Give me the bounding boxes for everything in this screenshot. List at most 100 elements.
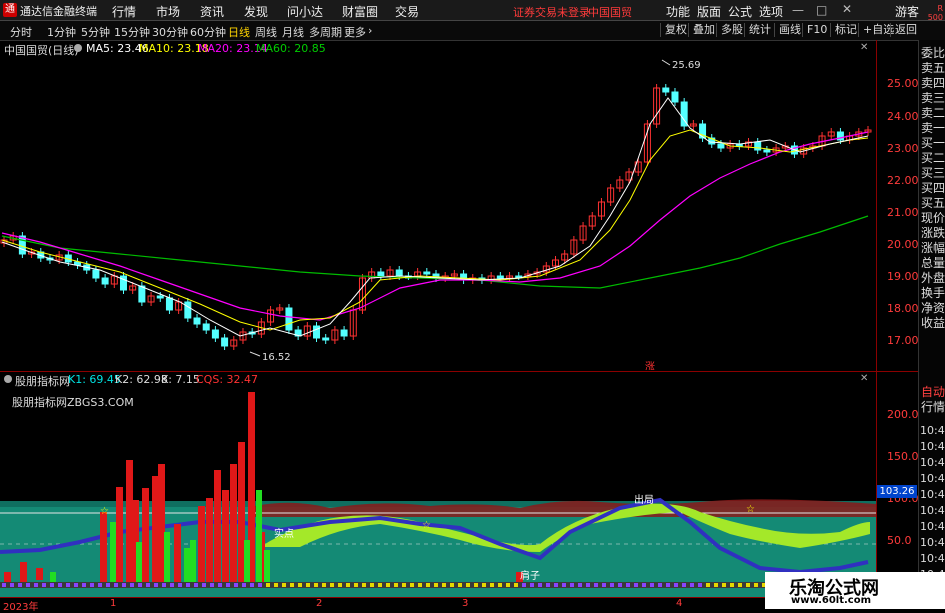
signal-dot <box>50 583 54 587</box>
btn-back[interactable]: 返回 <box>890 23 921 37</box>
tick-time: 10:45 <box>920 456 945 469</box>
signal-dot <box>394 583 398 587</box>
menu-discover[interactable]: 发现 <box>244 3 268 20</box>
candle <box>496 275 504 279</box>
btn-mark[interactable]: 标记 <box>830 23 861 37</box>
quotes-label[interactable]: 行情 <box>921 400 945 415</box>
settings-dot-icon[interactable] <box>4 375 12 383</box>
btn-f10[interactable]: F10 <box>802 23 831 37</box>
stock-name: 中国国贸 <box>588 6 632 19</box>
ytick: 19.00 <box>887 270 919 283</box>
quote-item[interactable]: 买五 <box>921 196 945 211</box>
quote-item[interactable]: 涨幅 <box>921 241 945 256</box>
settings-dot-icon[interactable] <box>74 44 82 52</box>
quote-item[interactable]: 买一 <box>921 136 945 151</box>
menu-function[interactable]: 功能 <box>666 3 690 20</box>
signal-dot <box>234 583 238 587</box>
signal-dot <box>618 583 622 587</box>
tick-time: 10:45 <box>920 472 945 485</box>
period-1min[interactable]: 1分钟 <box>47 24 76 40</box>
period-15min[interactable]: 15分钟 <box>114 24 150 40</box>
stock-period-label: 中国国贸(日线) <box>4 44 79 57</box>
signal-dot <box>242 583 246 587</box>
quote-item[interactable]: 总量 <box>921 256 945 271</box>
menu-formula[interactable]: 公式 <box>728 3 752 20</box>
r-tag: R <box>937 4 943 13</box>
candle <box>395 269 403 277</box>
ytick: 24.00 <box>887 110 919 123</box>
signal-dot <box>458 583 462 587</box>
green-volume-bar <box>164 532 170 582</box>
signal-dot <box>330 583 334 587</box>
menu-quotes[interactable]: 行情 <box>112 3 136 20</box>
candle <box>184 301 192 319</box>
menu-layout[interactable]: 版面 <box>697 3 721 20</box>
maximize-icon[interactable]: □ <box>816 3 827 17</box>
menu-options[interactable]: 选项 <box>759 3 783 20</box>
menu-market[interactable]: 市场 <box>156 3 180 20</box>
quote-item[interactable]: 收益 <box>921 316 945 331</box>
quote-item[interactable]: 净资 <box>921 301 945 316</box>
quote-item[interactable]: 卖四 <box>921 76 945 91</box>
period-more[interactable]: 更多 <box>344 24 366 40</box>
btn-overlay[interactable]: 叠加 <box>688 23 719 37</box>
indicator-name: 股朋指标网 <box>15 375 70 388</box>
indicator-panel[interactable]: ☆ ☆ ☆ 实点 出局 肩子 股朋指标网 K1: 69.45 K2: 62.98… <box>0 372 878 597</box>
btn-multistock[interactable]: 多股 <box>716 23 747 37</box>
quote-item[interactable]: 卖一 <box>921 121 945 136</box>
menu-wealth[interactable]: 财富圈 <box>342 3 378 20</box>
quote-item[interactable]: 卖五 <box>921 61 945 76</box>
quote-item[interactable]: 委比 <box>921 46 945 61</box>
close-icon[interactable]: ✕ <box>842 2 852 16</box>
close-indicator-icon[interactable]: ✕ <box>860 373 868 384</box>
period-weekly[interactable]: 周线 <box>255 24 277 40</box>
menu-trade[interactable]: 交易 <box>395 3 419 20</box>
signal-dot <box>18 583 22 587</box>
red-volume-bar <box>100 512 107 582</box>
signal-dot <box>546 583 550 587</box>
green-volume-bar <box>184 548 190 582</box>
btn-draw[interactable]: 画线 <box>774 23 805 37</box>
quote-item[interactable]: 买三 <box>921 166 945 181</box>
signal-dot <box>610 583 614 587</box>
auto-toggle[interactable]: 自动 <box>921 385 945 400</box>
quote-item[interactable]: 卖二 <box>921 106 945 121</box>
period-multi[interactable]: 多周期 <box>309 24 342 40</box>
menu-ask[interactable]: 问小达 <box>287 3 323 20</box>
quote-item[interactable]: 卖三 <box>921 91 945 106</box>
ytick: 22.00 <box>887 174 919 187</box>
kline-panel[interactable]: 25.69 16.52 涨 中国国贸(日线) MA5: 23.46 MA10: … <box>0 40 876 373</box>
red-volume-bar <box>4 572 11 582</box>
period-monthly[interactable]: 月线 <box>282 24 304 40</box>
red-volume-bar <box>238 442 245 582</box>
star-icon: ☆ <box>746 504 755 515</box>
signal-dot <box>274 583 278 587</box>
high-pointer <box>661 59 671 66</box>
close-indicator-icon[interactable]: ✕ <box>860 42 868 53</box>
signal-dot <box>666 583 670 587</box>
quote-item[interactable]: 涨跌 <box>921 226 945 241</box>
quote-item[interactable]: 外盘 <box>921 271 945 286</box>
signal-dot <box>362 583 366 587</box>
quote-item[interactable]: 买二 <box>921 151 945 166</box>
quote-item[interactable]: 现价 <box>921 211 945 226</box>
quote-item[interactable]: 买四 <box>921 181 945 196</box>
login-warning[interactable]: 证券交易未登录 <box>513 4 590 20</box>
minimize-icon[interactable]: — <box>792 3 804 17</box>
red-volume-bar <box>230 464 237 582</box>
red-volume-bar <box>126 460 133 582</box>
period-fenshi[interactable]: 分时 <box>10 24 32 40</box>
period-60min[interactable]: 60分钟 <box>190 24 226 40</box>
menu-news[interactable]: 资讯 <box>200 3 224 20</box>
guest-label[interactable]: 游客 <box>895 3 919 20</box>
quote-item[interactable]: 换手 <box>921 286 945 301</box>
btn-fuquan[interactable]: 复权 <box>660 23 691 37</box>
green-volume-bar <box>264 550 270 582</box>
period-daily[interactable]: 日线 <box>228 24 250 40</box>
signal-dot <box>82 583 86 587</box>
period-30min[interactable]: 30分钟 <box>152 24 188 40</box>
period-5min[interactable]: 5分钟 <box>81 24 110 40</box>
chevron-right-icon[interactable]: › <box>368 24 372 37</box>
watermark-url: www.60lt.com <box>791 595 872 606</box>
btn-stats[interactable]: 统计 <box>744 23 775 37</box>
